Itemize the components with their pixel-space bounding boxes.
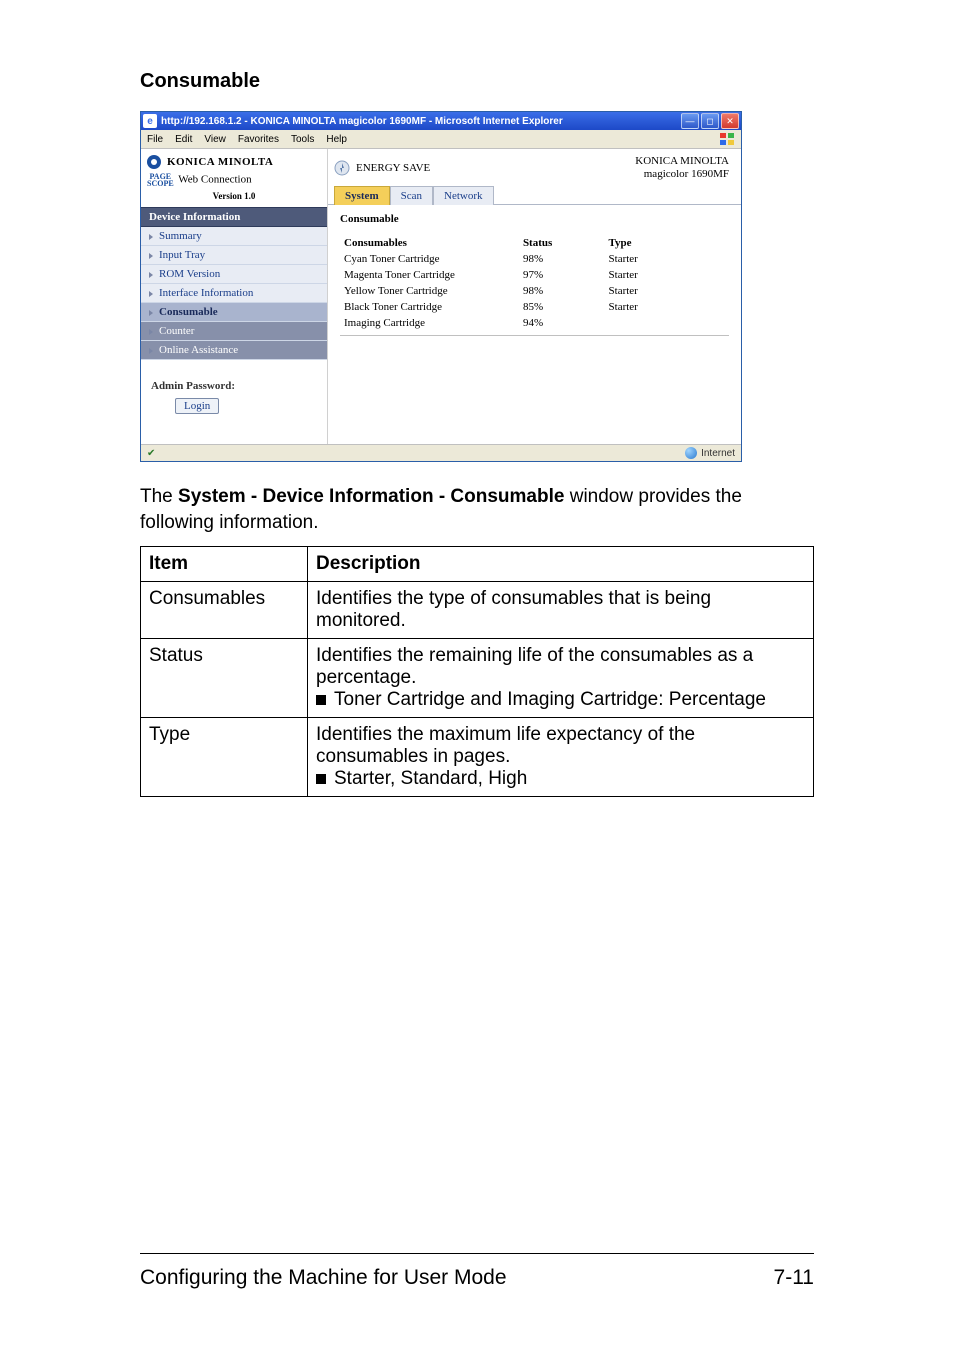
tab-scan[interactable]: Scan [390, 186, 433, 205]
sidebar-item-input-tray[interactable]: Input Tray [141, 246, 327, 265]
energy-label: ENERGY SAVE [356, 162, 430, 174]
tab-network[interactable]: Network [433, 186, 494, 205]
footer-section-title: Configuring the Machine for User Mode [140, 1266, 507, 1290]
panel-title: Consumable [340, 213, 729, 225]
sidebar-item-interface-info[interactable]: Interface Information [141, 284, 327, 303]
internet-zone-icon [685, 447, 697, 459]
menu-tools[interactable]: Tools [291, 134, 314, 145]
table-row: Magenta Toner Cartridge97%Starter [340, 267, 729, 283]
sidebar-item-summary[interactable]: Summary [141, 227, 327, 246]
done-icon: ✔ [147, 448, 155, 459]
pagescope-label: Web Connection [178, 174, 251, 186]
close-button[interactable]: ✕ [721, 113, 739, 129]
sidebar-item-online-assistance[interactable]: Online Assistance [141, 341, 327, 360]
footer-rule [140, 1253, 814, 1254]
table-row: Black Toner Cartridge85%Starter [340, 299, 729, 315]
ie-app-icon: e [143, 114, 157, 128]
login-button[interactable]: Login [175, 398, 219, 414]
doc-col-desc: Description [308, 546, 814, 581]
bullet-icon [316, 695, 326, 705]
pagescope-logo-text: PAGESCOPE [147, 173, 174, 187]
table-row: Yellow Toner Cartridge98%Starter [340, 283, 729, 299]
page-footer: Configuring the Machine for User Mode 7-… [140, 1266, 814, 1290]
main-panel: ENERGY SAVE KONICA MINOLTA magicolor 169… [328, 149, 741, 444]
energy-status: ENERGY SAVE [334, 160, 430, 176]
maximize-button[interactable]: ◻ [701, 113, 719, 129]
sidebar-item-rom-version[interactable]: ROM Version [141, 265, 327, 284]
ie-window: e http://192.168.1.2 - KONICA MINOLTA ma… [140, 111, 742, 462]
sidebar: KONICA MINOLTA PAGESCOPE Web Connection … [141, 149, 328, 444]
energy-save-icon [334, 160, 350, 176]
device-name: KONICA MINOLTA magicolor 1690MF [635, 155, 729, 181]
page-content: KONICA MINOLTA PAGESCOPE Web Connection … [141, 149, 741, 444]
bullet-icon [316, 774, 326, 784]
ie-menubar: File Edit View Favorites Tools Help [141, 130, 741, 149]
minimize-button[interactable]: — [681, 113, 699, 129]
window-buttons: — ◻ ✕ [681, 113, 739, 129]
sidebar-bottom: Admin Password: Login [141, 360, 327, 444]
internet-zone-label: Internet [701, 448, 735, 459]
tab-bar: System Scan Network [328, 185, 741, 204]
sidebar-item-consumable[interactable]: Consumable [141, 303, 327, 322]
nav-group-device-info[interactable]: Device Information [141, 207, 327, 227]
sidebar-item-counter[interactable]: Counter [141, 322, 327, 341]
pagescope-row: PAGESCOPE Web Connection [141, 171, 327, 189]
consumables-table: Consumables Status Type Cyan Toner Cartr… [340, 235, 729, 336]
tab-system[interactable]: System [334, 186, 390, 205]
device-model: magicolor 1690MF [644, 168, 729, 180]
menu-view[interactable]: View [204, 134, 226, 145]
col-consumables: Consumables [340, 235, 519, 251]
doc-col-item: Item [141, 546, 308, 581]
menu-edit[interactable]: Edit [175, 134, 192, 145]
footer-page-number: 7-11 [774, 1266, 814, 1290]
device-brand: KONICA MINOLTA [635, 155, 729, 167]
menu-help[interactable]: Help [326, 134, 347, 145]
brand-logo-icon [147, 155, 161, 169]
description-table: Item Description Consumables Identifies … [140, 546, 814, 797]
brand-text: KONICA MINOLTA [167, 156, 273, 168]
menu-file[interactable]: File [147, 134, 163, 145]
brand-row: KONICA MINOLTA [141, 149, 327, 171]
ie-titlebar: e http://192.168.1.2 - KONICA MINOLTA ma… [141, 112, 741, 130]
body-paragraph: The System - Device Information - Consum… [140, 484, 814, 535]
windows-flag-icon [719, 132, 735, 146]
table-row: Status Identifies the remaining life of … [141, 638, 814, 717]
col-status: Status [519, 235, 605, 251]
section-heading: Consumable [140, 70, 814, 93]
ie-statusbar: ✔ Internet [141, 444, 741, 461]
table-row: Cyan Toner Cartridge98%Starter [340, 251, 729, 267]
ie-title-text: http://192.168.1.2 - KONICA MINOLTA magi… [161, 116, 563, 127]
admin-password-label: Admin Password: [151, 380, 317, 392]
table-row: Type Identifies the maximum life expecta… [141, 717, 814, 796]
version-label: Version 1.0 [141, 189, 327, 207]
panel: Consumable Consumables Status Type Cyan … [328, 204, 741, 356]
table-row: Consumables Identifies the type of consu… [141, 581, 814, 638]
col-type: Type [605, 235, 729, 251]
menu-favorites[interactable]: Favorites [238, 134, 279, 145]
table-row: Imaging Cartridge94% [340, 315, 729, 336]
